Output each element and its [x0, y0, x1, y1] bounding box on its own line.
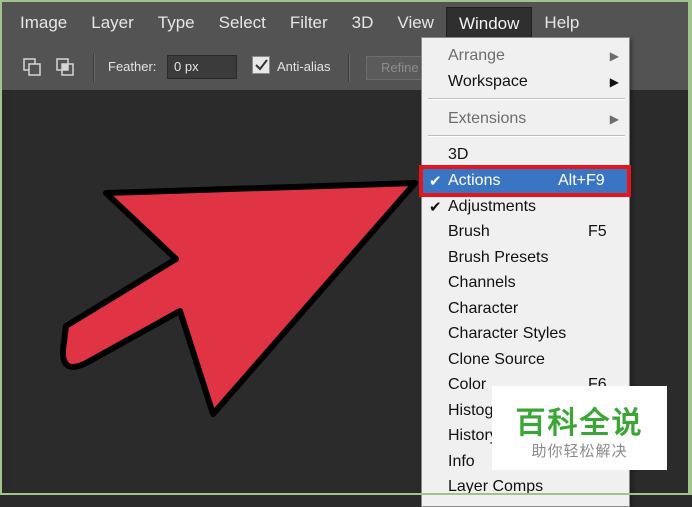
menu-item-label: Character: [448, 300, 519, 317]
menu-image[interactable]: Image: [0, 7, 79, 39]
submenu-arrow-icon: ▶: [609, 75, 619, 89]
menu-type[interactable]: Type: [146, 7, 207, 39]
subtract-selection-icon[interactable]: [22, 57, 42, 77]
menu-item-label: Arrange: [448, 47, 505, 64]
toolbar-divider: [348, 54, 350, 82]
highlight-callout-box: [419, 165, 631, 197]
anti-alias-label: Anti-alias: [277, 59, 331, 74]
menu-item-brush[interactable]: Brush F5: [422, 220, 629, 244]
menu-item-label: Brush Presets: [448, 249, 549, 266]
check-icon: ✔: [429, 199, 442, 216]
feather-input[interactable]: 0 px: [167, 55, 237, 79]
menu-item-label: Adjustments: [448, 198, 537, 215]
menu-separator: [428, 98, 625, 100]
menu-item-layer-comps[interactable]: Layer Comps: [422, 475, 629, 499]
menu-item-label: Extensions: [448, 110, 527, 127]
menu-item-clone-source[interactable]: Clone Source: [422, 348, 629, 372]
menu-separator: [428, 135, 625, 137]
menu-item-3d[interactable]: 3D: [422, 143, 629, 167]
menu-item-brush-presets[interactable]: Brush Presets: [422, 246, 629, 270]
menu-item-label: Info: [448, 453, 475, 470]
menu-filter[interactable]: Filter: [278, 7, 340, 39]
menu-layer[interactable]: Layer: [79, 7, 146, 39]
menu-item-shortcut: F5: [588, 223, 607, 240]
menu-item-extensions[interactable]: Extensions ▶: [422, 107, 629, 131]
submenu-arrow-icon: ▶: [609, 112, 619, 126]
menu-item-workspace[interactable]: Workspace ▶: [422, 70, 629, 94]
watermark-logo: 百科全说 助你轻松解决: [492, 386, 667, 470]
menu-item-label: History: [448, 427, 498, 444]
menu-item-label: Character Styles: [448, 325, 567, 342]
checkmark-icon: [255, 59, 268, 71]
menu-select[interactable]: Select: [207, 7, 278, 39]
menu-item-label: Color: [448, 376, 487, 393]
menu-item-label: Layer Comps: [448, 478, 544, 495]
menu-item-label: Channels: [448, 274, 516, 291]
watermark-subtitle: 助你轻松解决: [531, 442, 628, 460]
menu-item-label: 3D: [448, 146, 469, 163]
menu-item-character-styles[interactable]: Character Styles: [422, 322, 629, 346]
menu-item-adjustments[interactable]: ✔ Adjustments: [422, 195, 629, 219]
menu-help[interactable]: Help: [532, 7, 591, 39]
feather-label: Feather:: [108, 59, 157, 74]
menu-window[interactable]: Window: [445, 7, 533, 39]
menu-view[interactable]: View: [385, 7, 446, 39]
submenu-arrow-icon: ▶: [609, 49, 619, 63]
anti-alias-checkbox[interactable]: [252, 56, 270, 74]
menu-item-character[interactable]: Character: [422, 297, 629, 321]
menu-item-label: Clone Source: [448, 351, 545, 368]
toolbar-divider: [93, 54, 95, 82]
menu-item-arrange[interactable]: Arrange ▶: [422, 44, 629, 68]
intersect-selection-icon[interactable]: [55, 57, 75, 77]
menu-item-label: Brush: [448, 223, 490, 240]
menu-3d[interactable]: 3D: [340, 7, 386, 39]
menu-item-label: Workspace: [448, 73, 528, 90]
red-arrow-graphic: [60, 180, 418, 417]
menu-item-channels[interactable]: Channels: [422, 271, 629, 295]
watermark-title: 百科全说: [515, 406, 644, 441]
